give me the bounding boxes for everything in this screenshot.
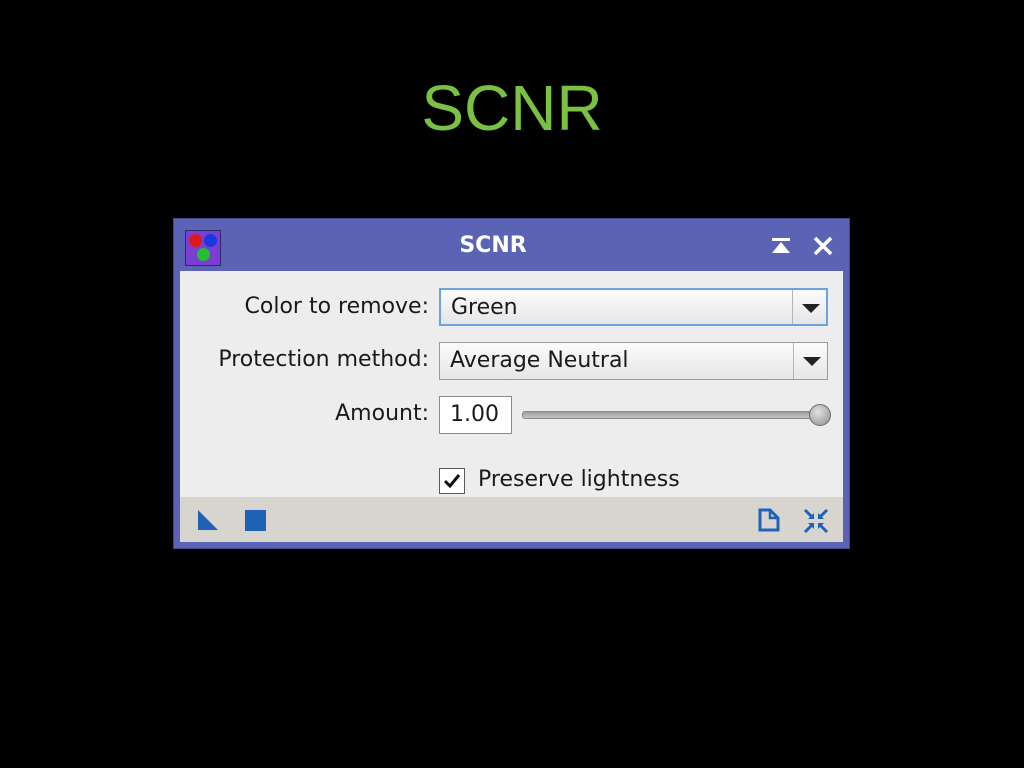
amount-slider-fill: [523, 412, 819, 418]
protection-method-label: Protection method:: [218, 347, 429, 372]
shade-icon[interactable]: [768, 233, 794, 259]
checkmark-icon: [443, 474, 461, 489]
color-to-remove-value: Green: [451, 295, 518, 320]
window-footer-toolbar: [180, 497, 843, 542]
reset-icon[interactable]: [802, 507, 829, 534]
documentation-icon[interactable]: [756, 507, 782, 533]
amount-input[interactable]: 1.00: [439, 396, 512, 434]
amount-slider-handle[interactable]: [809, 404, 831, 426]
preserve-lightness-label: Preserve lightness: [478, 467, 680, 492]
chevron-down-icon[interactable]: [793, 343, 827, 379]
new-instance-icon[interactable]: [195, 507, 221, 533]
preserve-lightness-checkbox[interactable]: [439, 468, 465, 494]
amount-slider[interactable]: [522, 411, 820, 419]
window-titlebar[interactable]: SCNR: [174, 219, 849, 271]
color-to-remove-dropdown[interactable]: Green: [439, 288, 828, 326]
close-icon[interactable]: [810, 233, 836, 259]
chevron-down-icon[interactable]: [792, 290, 826, 324]
protection-method-dropdown[interactable]: Average Neutral: [439, 342, 828, 380]
apply-global-icon[interactable]: [242, 507, 268, 533]
window-title: SCNR: [459, 233, 527, 258]
process-parameters-panel: Color to remove: Green Protection method…: [180, 271, 843, 497]
color-to-remove-label: Color to remove:: [244, 294, 429, 319]
slide-title: SCNR: [421, 72, 603, 144]
scnr-window: SCNR Color to remove: Green Protection m…: [173, 218, 850, 549]
amount-label: Amount:: [335, 401, 429, 426]
protection-method-value: Average Neutral: [450, 348, 629, 373]
